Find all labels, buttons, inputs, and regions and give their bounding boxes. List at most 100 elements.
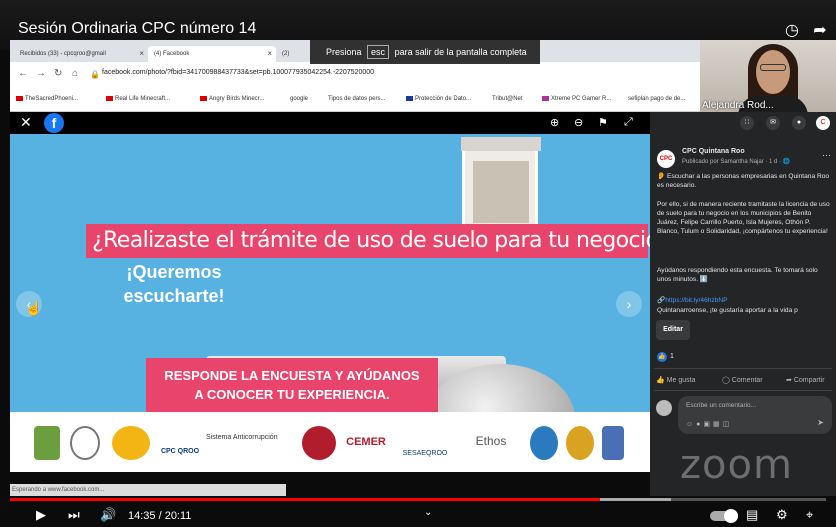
bookmark[interactable]: sefiplan pago de de... [628, 96, 685, 102]
reaction-count[interactable]: 1 [670, 353, 674, 360]
share-icon[interactable]: ➦ [810, 20, 830, 40]
panel-top-icons: ∷ ✉ ● C [650, 112, 836, 134]
notifications-icon[interactable]: ● [792, 116, 806, 130]
played-bar [10, 498, 600, 501]
bookmarks-bar: TheSacredPhoeni... Real Life Minecraft..… [10, 88, 700, 112]
post-photo: ¿Realizaste el trámite de uso de suelo p… [10, 134, 650, 446]
close-icon[interactable]: ✕ [20, 114, 32, 131]
sesaeqroo-logo: SESAEQROO [402, 450, 448, 457]
bookmark[interactable]: google [290, 96, 308, 102]
sun-emblem-logo [566, 426, 594, 460]
time-display: 14:35 / 20:11 [128, 510, 192, 522]
globe-icon: 🌐 [782, 159, 791, 165]
cemer-logo: CEMER [346, 436, 386, 448]
post-text-p3: Ayúdanos respondiendo esta encuesta. Te … [657, 267, 818, 283]
reload-icon[interactable]: ↻ [54, 68, 62, 79]
red-circle-logo [302, 426, 336, 460]
lock-icon: 🔒 [90, 70, 100, 79]
red-emblem-logo [112, 426, 150, 460]
post-hashtag-line: Quintanarroense, ¡te gustaría aportar a … [657, 307, 798, 314]
state-seal-logo [34, 426, 60, 460]
like-reaction-icon: 👍 [657, 352, 667, 362]
participant-video: Alejandra Rod... [700, 40, 836, 118]
zoom-in-icon[interactable]: ⊕ [550, 116, 559, 129]
bookmark[interactable]: Xtreme PC Gamer R... [542, 96, 611, 102]
comment-button[interactable]: ◯ Comentar [722, 376, 763, 384]
play-icon[interactable]: ▶ [36, 507, 46, 523]
video-progress-bar[interactable] [10, 498, 826, 501]
autoplay-toggle[interactable] [710, 509, 738, 523]
volume-icon[interactable]: 🔊 [100, 507, 116, 523]
chevron-down-icon[interactable]: ⌄ [424, 507, 432, 518]
photo-call-to-action: RESPONDE LA ENCUESTA Y AYÚDANOS A CONOCE… [146, 358, 438, 412]
facebook-logo[interactable]: f [44, 113, 64, 133]
send-icon[interactable]: ➤ [817, 418, 824, 427]
share-arrow-icon: ➦ [786, 377, 792, 384]
bookmark[interactable]: Protección de Dato... [406, 96, 471, 102]
next-icon[interactable]: ⏭ [68, 507, 80, 523]
pointer-cursor-icon: ☝ [25, 300, 43, 316]
edit-button[interactable]: Editar [656, 320, 690, 340]
expand-icon[interactable]: ⤢ [624, 116, 633, 129]
zoom-out-icon[interactable]: ⊖ [574, 116, 583, 129]
messenger-icon[interactable]: ✉ [766, 116, 780, 130]
fullscreen-exit-icon[interactable]: ⌖ [806, 507, 813, 523]
post-meta: Publicado por Samantha Najar · 1 d · 🌐 [682, 159, 791, 165]
close-icon[interactable]: × [267, 46, 272, 62]
round-emblem-logo [530, 426, 558, 460]
bookmark[interactable]: Angry Birds Minecr... [200, 96, 264, 102]
thumbs-up-icon: 👍 [656, 377, 665, 384]
comment-icon: ◯ [722, 377, 730, 384]
link-icon: 🔗 [657, 297, 666, 304]
profile-avatar[interactable]: C [816, 116, 830, 130]
comment-placeholder: Escribe un comentario... [686, 402, 757, 409]
page-name[interactable]: CPC Quintana Roo [682, 148, 745, 155]
video-title: Sesión Ordinaria CPC número 14 [18, 20, 257, 37]
esc-key: esc [367, 45, 390, 59]
comment-input[interactable]: Escribe un comentario... ☺●▣▦◫ ➤ [678, 396, 832, 434]
photo-subheadline: ¡Queremos escucharte! [123, 262, 225, 306]
tab-label: (2) [282, 51, 290, 57]
tag-icon[interactable]: ⚑ [598, 116, 608, 129]
url-input[interactable]: facebook.com/photo/?fbid=341700988437733… [102, 69, 374, 76]
ethos-logo: Ethos [475, 434, 507, 448]
home-icon[interactable]: ⌂ [72, 68, 78, 79]
address-bar: ← → ↻ ⌂ 🔒 facebook.com/photo/?fbid=34170… [10, 62, 700, 88]
tab-label: (4) Facebook [154, 51, 190, 57]
post-side-panel: ∷ ✉ ● C CPC CPC Quintana Roo Publicado p… [650, 112, 836, 496]
sistema-anticorrupcion-logo: Sistema Anticorrupción [206, 434, 278, 441]
seal-logo [70, 426, 100, 460]
close-icon[interactable]: × [139, 46, 144, 62]
more-options-icon[interactable]: ··· [822, 150, 831, 160]
logos-strip: CPC QROO Sistema Anticorrupción CEMER SE… [10, 412, 650, 472]
menu-grid-icon[interactable]: ∷ [740, 116, 754, 130]
page-avatar[interactable]: CPC [657, 150, 675, 168]
shield-logo [602, 426, 624, 460]
back-icon[interactable]: ← [18, 68, 28, 79]
tab-label: Recibidos (33) - cpcqroo@gmail [20, 51, 106, 57]
post-text-p2: Por ello, si de manera reciente tramitas… [657, 201, 830, 235]
player-controls: ▶ ⏭ 🔊 14:35 / 20:11 ⌄ ▤ ⚙ ⌖ [0, 503, 836, 527]
post-link[interactable]: 🔗https://bit.ly/46hzbNP [657, 296, 833, 305]
settings-icon[interactable]: ⚙ [776, 507, 788, 523]
share-button[interactable]: ➦ Compartir [786, 376, 825, 384]
zoom-watermark: zoom [680, 442, 793, 488]
captions-icon[interactable]: ▤ [746, 507, 758, 523]
bookmark[interactable]: Real Life Minecraft... [106, 96, 170, 102]
tab-facebook[interactable]: (4) Facebook × [148, 46, 276, 62]
tab-gmail[interactable]: Recibidos (33) - cpcqroo@gmail × [14, 46, 148, 62]
post-text-p1: 👂 Escuchar a las personas empresarias en… [657, 173, 830, 189]
participant-name: Alejandra Rod... [702, 100, 774, 111]
clock-icon[interactable]: ◷ [782, 20, 802, 40]
bookmark[interactable]: Tribut@Net [492, 96, 523, 102]
bookmark[interactable]: Tipos de datos pers... [328, 96, 385, 102]
next-photo-button[interactable]: › [616, 291, 642, 317]
bookmark[interactable]: TheSacredPhoeni... [16, 96, 78, 102]
cpc-logo: CPC QROO [160, 448, 200, 455]
like-button[interactable]: 👍 Me gusta [656, 376, 695, 384]
comment-tools-icons[interactable]: ☺●▣▦◫ [686, 420, 732, 428]
fullscreen-hint: Presiona esc para salir de la pantalla c… [310, 40, 540, 64]
photo-headline: ¿Realizaste el trámite de uso de suelo p… [86, 224, 650, 258]
miniature-house-image [461, 137, 541, 232]
forward-icon[interactable]: → [36, 68, 46, 79]
